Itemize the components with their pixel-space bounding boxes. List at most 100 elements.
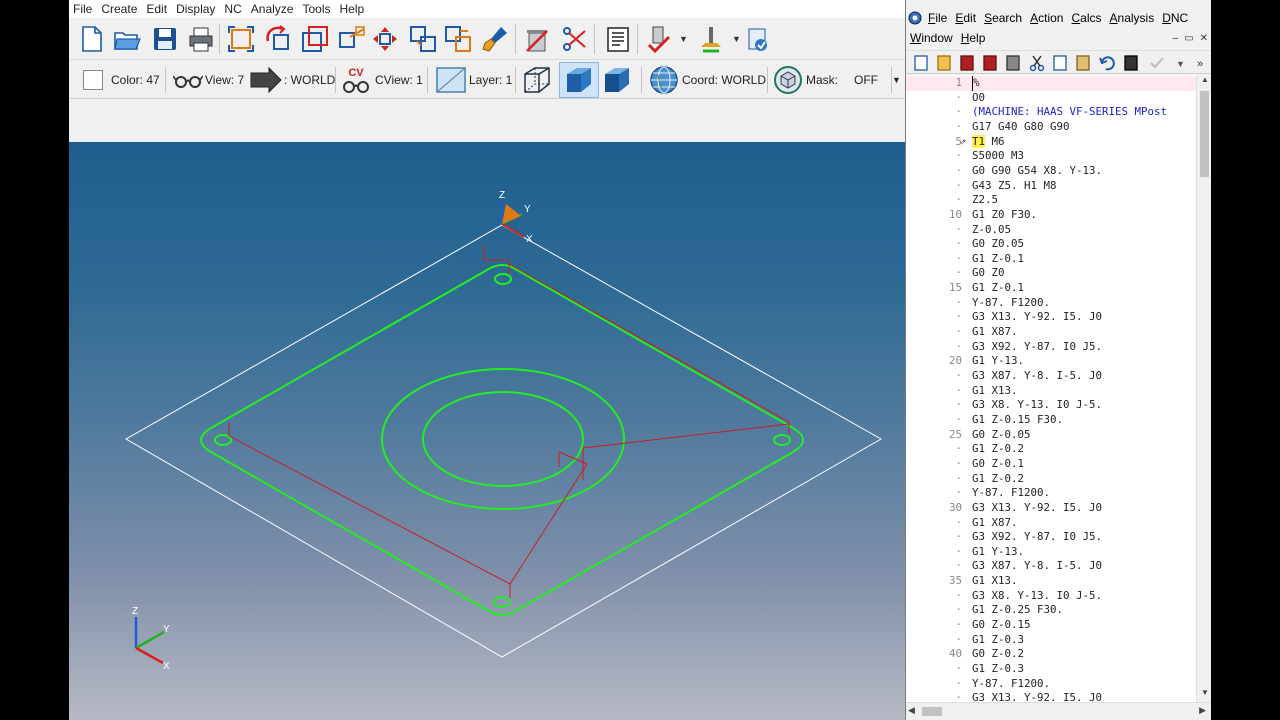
toolbar-dropdown-arrow-icon[interactable]: ▼ — [679, 34, 688, 44]
post-process-button[interactable] — [741, 22, 773, 56]
code-line[interactable]: 5 T1 M6 ⇗ — [906, 134, 1196, 150]
code-line[interactable]: · G0 G90 G54 X8. Y-13. — [906, 164, 1196, 179]
h-scroll-thumb[interactable] — [922, 707, 942, 716]
code-line[interactable]: · G1 Z-0.15 F30. — [906, 413, 1196, 428]
code-line[interactable]: · Y-87. F1200. — [906, 486, 1196, 501]
new-file-button[interactable] — [75, 22, 107, 56]
code-line[interactable]: · G3 X87. Y-8. I-5. J0 — [906, 559, 1196, 574]
zoom-window-button[interactable] — [299, 22, 331, 56]
scroll-left-arrow[interactable]: ◀ — [908, 705, 915, 716]
cad-menu-nc[interactable]: NC — [220, 0, 246, 18]
mask-dropdown-icon[interactable]: ▼ — [892, 75, 901, 85]
code-line[interactable]: · G3 X92. Y-87. I0 J5. — [906, 530, 1196, 545]
cad-menu-edit[interactable]: Edit — [142, 0, 172, 18]
save-all-button[interactable] — [981, 54, 999, 72]
shaded-button[interactable] — [559, 62, 599, 98]
cad-menu-tools[interactable]: Tools — [298, 0, 335, 18]
tool-library-button[interactable] — [695, 22, 727, 56]
deselect-group-button[interactable] — [442, 22, 474, 56]
zoom-box-button[interactable] — [336, 22, 368, 56]
cview-selector[interactable]: CV CView: 1 — [341, 61, 423, 99]
save-button[interactable] — [149, 22, 181, 56]
zoom-fit-button[interactable] — [225, 22, 257, 56]
scissors-trim-button[interactable] — [559, 22, 591, 56]
code-line[interactable]: · G1 Z-0.3 — [906, 633, 1196, 648]
undo-button[interactable] — [1098, 54, 1116, 72]
open-folder-button[interactable] — [111, 22, 143, 56]
code-line[interactable]: · G1 Z-0.3 — [906, 662, 1196, 677]
code-line[interactable]: · G3 X92. Y-87. I0 J5. — [906, 340, 1196, 355]
overflow-button[interactable]: » — [1194, 54, 1212, 72]
wireframe-button[interactable] — [521, 61, 553, 99]
editor-menu-help[interactable]: Help — [957, 28, 990, 48]
cad-menu-file[interactable]: File — [69, 0, 97, 18]
minimize-icon[interactable]: – — [1173, 33, 1179, 44]
code-line[interactable]: · G3 X13. Y-92. I5. J0 — [906, 691, 1196, 702]
code-line[interactable]: · G43 Z5. H1 M8 — [906, 179, 1196, 194]
code-line[interactable]: · G3 X13. Y-92. I5. J0 — [906, 310, 1196, 325]
dropdown-button[interactable]: ▼ — [1172, 54, 1190, 72]
print-button[interactable] — [185, 22, 217, 56]
copy-button[interactable] — [1051, 54, 1069, 72]
editor-horizontal-scrollbar[interactable]: ◀ ▶ — [906, 702, 1212, 720]
code-line[interactable]: · Z2.5 — [906, 193, 1196, 208]
code-line[interactable]: 40 G0 Z-0.2 — [906, 647, 1196, 662]
find-binoculars-button[interactable] — [1122, 54, 1140, 72]
trash-delete-button[interactable] — [521, 22, 553, 56]
scroll-thumb[interactable] — [1200, 91, 1209, 177]
code-line[interactable]: · S5000 M3 — [906, 149, 1196, 164]
toolbar-dropdown-arrow-icon[interactable]: ▼ — [732, 34, 741, 44]
code-line[interactable]: · G0 Z0.05 — [906, 237, 1196, 252]
save-button[interactable] — [958, 54, 976, 72]
editor-menu-dnc[interactable]: DNC — [1158, 8, 1192, 28]
editor-menu-edit[interactable]: Edit — [951, 8, 980, 28]
nc-code-area[interactable]: 1% · O0 · (MACHINE: HAAS VF-SERIES MPost · G17… — [906, 75, 1196, 702]
cad-menu-display[interactable]: Display — [172, 0, 220, 18]
code-line[interactable]: 15 G1 Z-0.1 — [906, 281, 1196, 296]
editor-vertical-scrollbar[interactable]: ▲ ▼ — [1196, 75, 1212, 702]
code-line[interactable]: · G3 X87. Y-8. I-5. J0 — [906, 369, 1196, 384]
paint-brush-button[interactable] — [479, 22, 511, 56]
code-line[interactable]: · Y-87. F1200. — [906, 296, 1196, 311]
editor-menu-window[interactable]: Window — [906, 28, 957, 48]
code-line[interactable]: · O0 — [906, 91, 1196, 106]
code-line[interactable]: · G1 Z-0.25 F30. — [906, 603, 1196, 618]
code-line[interactable]: · G1 Z-0.1 — [906, 252, 1196, 267]
code-line[interactable]: · G1 Z-0.2 — [906, 472, 1196, 487]
code-line[interactable]: · (MACHINE: HAAS VF-SERIES MPost — [906, 105, 1196, 120]
solid-button[interactable] — [601, 61, 633, 99]
code-line[interactable]: · G1 X13. — [906, 384, 1196, 399]
editor-menu-analysis[interactable]: Analysis — [1106, 8, 1159, 28]
rotate-view-button[interactable] — [262, 22, 294, 56]
code-line[interactable]: · G1 Z-0.2 — [906, 442, 1196, 457]
scroll-right-arrow[interactable]: ▶ — [1199, 705, 1206, 716]
mask-selector[interactable]: Mask: OFF ▼ — [773, 61, 901, 99]
code-line[interactable]: 30 G3 X13. Y-92. I5. J0 — [906, 501, 1196, 516]
code-line[interactable]: · G0 Z-0.1 — [906, 457, 1196, 472]
pan-button[interactable] — [369, 22, 401, 56]
paste-button[interactable] — [1074, 54, 1092, 72]
code-line[interactable]: 10 G1 Z0 F30. — [906, 208, 1196, 223]
open-folder-button[interactable] — [935, 54, 953, 72]
code-line[interactable]: · Y-87. F1200. — [906, 677, 1196, 692]
code-line[interactable]: · G0 Z-0.15 — [906, 618, 1196, 633]
editor-menu-file[interactable]: File — [924, 8, 951, 28]
view-selector[interactable]: View: 7 — [173, 61, 244, 99]
code-line[interactable]: 1% — [906, 76, 1196, 91]
code-line[interactable]: 20 G1 Y-13. — [906, 354, 1196, 369]
print-button[interactable] — [1004, 54, 1022, 72]
code-line[interactable]: · G1 X87. — [906, 325, 1196, 340]
cut-button[interactable] — [1028, 54, 1046, 72]
select-group-button[interactable] — [407, 22, 439, 56]
coord-selector[interactable]: Coord: WORLD — [649, 61, 766, 99]
code-line[interactable]: · G1 Y-13. — [906, 545, 1196, 560]
editor-menu-search[interactable]: Search — [980, 8, 1026, 28]
code-line[interactable]: · G0 Z0 — [906, 266, 1196, 281]
editor-menu-calcs[interactable]: Calcs — [1067, 8, 1105, 28]
cad-menu-analyze[interactable]: Analyze — [247, 0, 299, 18]
restore-icon[interactable]: ▭ — [1184, 33, 1193, 44]
check-button[interactable] — [1148, 54, 1166, 72]
code-line[interactable]: 35 G1 X13. — [906, 574, 1196, 589]
code-line[interactable]: 25 G0 Z-0.05 — [906, 428, 1196, 443]
editor-menu-action[interactable]: Action — [1026, 8, 1067, 28]
